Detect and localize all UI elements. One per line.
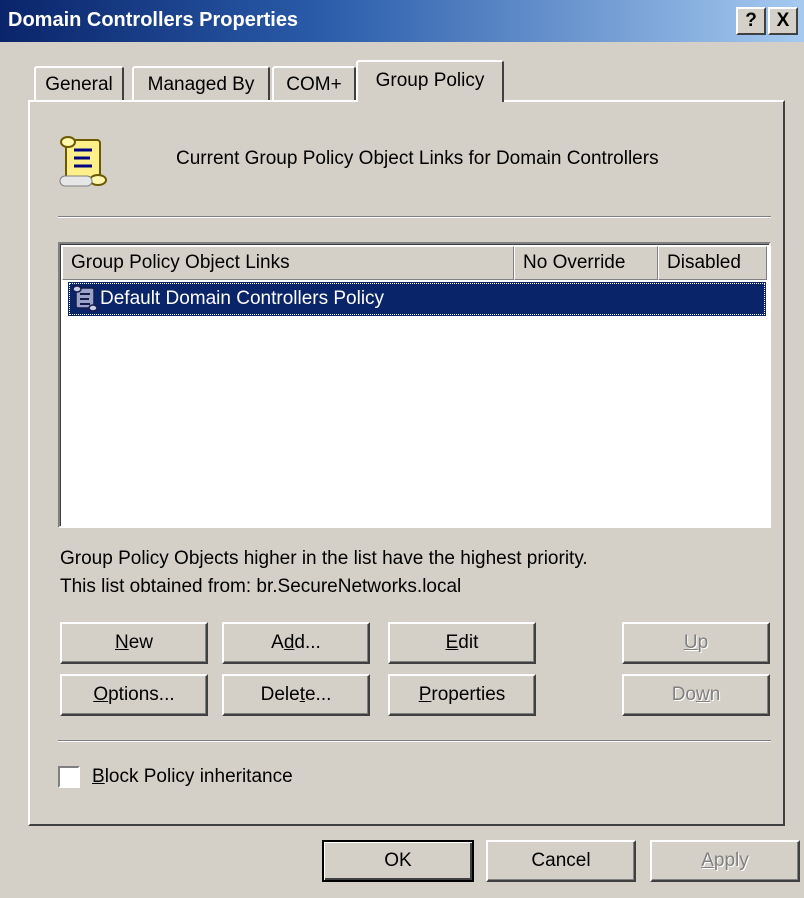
title-bar[interactable]: Domain Controllers Properties ? X — [0, 0, 804, 42]
column-header-no-override-label: No Override — [523, 252, 626, 273]
tab-com-plus[interactable]: COM+ — [272, 66, 356, 102]
column-header-disabled-label: Disabled — [667, 252, 741, 273]
add-button-label: Add... — [271, 632, 321, 653]
ok-button-label: OK — [384, 850, 412, 871]
tab-panel: Current Group Policy Object Links for Do… — [28, 100, 785, 826]
tab-com-plus-label: COM+ — [286, 74, 342, 95]
help-button[interactable]: ? — [736, 7, 766, 35]
tab-managed-by[interactable]: Managed By — [132, 66, 270, 102]
properties-dialog: Domain Controllers Properties ? X Genera… — [0, 0, 804, 898]
close-button[interactable]: X — [768, 7, 798, 35]
properties-button-label: Properties — [418, 684, 506, 705]
up-button[interactable]: Up — [622, 622, 770, 664]
tab-general[interactable]: General — [34, 66, 124, 102]
new-button[interactable]: New — [60, 622, 208, 664]
column-header-disabled[interactable]: Disabled — [658, 246, 767, 280]
tab-group-policy[interactable]: Group Policy — [356, 60, 504, 102]
properties-button[interactable]: Properties — [388, 674, 536, 716]
column-header-no-override[interactable]: No Override — [514, 246, 658, 280]
scroll-icon — [59, 136, 107, 187]
up-button-label: Up — [683, 632, 709, 653]
edit-button-label: Edit — [445, 632, 479, 653]
column-header-links[interactable]: Group Policy Object Links — [62, 246, 514, 280]
options-button-label: Options... — [93, 684, 175, 705]
cancel-button[interactable]: Cancel — [486, 840, 636, 882]
new-button-label: New — [114, 632, 154, 653]
divider-bottom — [58, 740, 771, 742]
tab-general-label: General — [45, 74, 113, 95]
tab-group-policy-label: Group Policy — [375, 70, 485, 91]
options-button[interactable]: Options... — [60, 674, 208, 716]
list-item-name: Default Domain Controllers Policy — [100, 288, 385, 309]
divider-top — [58, 216, 771, 218]
column-header-links-label: Group Policy Object Links — [71, 252, 290, 273]
block-inheritance-label[interactable]: Block Policy inheritance — [92, 766, 293, 788]
delete-button-label: Delete... — [260, 684, 332, 705]
list-item[interactable]: Default Domain Controllers Policy — [68, 282, 766, 316]
delete-button[interactable]: Delete... — [222, 674, 370, 716]
edit-button[interactable]: Edit — [388, 622, 536, 664]
apply-button[interactable]: Apply — [650, 840, 800, 882]
source-info: This list obtained from: br.SecureNetwor… — [60, 576, 462, 597]
ok-button[interactable]: OK — [322, 840, 474, 882]
priority-info: Group Policy Objects higher in the list … — [60, 548, 588, 569]
header-text: Current Group Policy Object Links for Do… — [176, 148, 659, 169]
apply-button-label: Apply — [701, 850, 749, 871]
down-button-label: Down — [671, 684, 721, 705]
window-title: Domain Controllers Properties — [8, 9, 299, 31]
down-button[interactable]: Down — [622, 674, 770, 716]
gpo-scroll-icon — [72, 285, 98, 312]
add-button[interactable]: Add... — [222, 622, 370, 664]
tab-managed-by-label: Managed By — [147, 74, 255, 95]
gpo-links-list[interactable]: Group Policy Object Links No Override Di… — [58, 242, 771, 528]
cancel-button-label: Cancel — [531, 850, 591, 871]
